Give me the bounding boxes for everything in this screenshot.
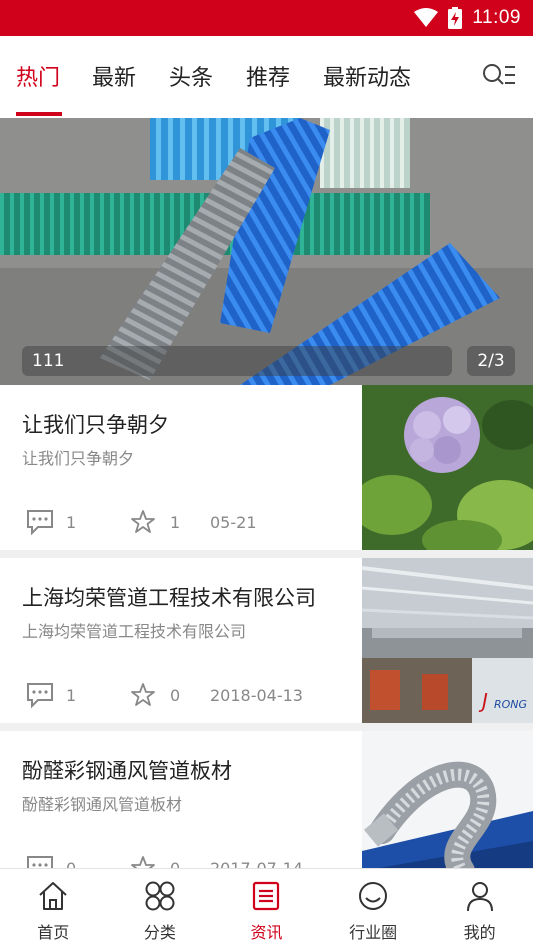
star-icon[interactable] bbox=[130, 509, 156, 535]
circle-icon bbox=[359, 882, 388, 910]
user-icon bbox=[466, 882, 493, 912]
nav-profile-label: 我的 bbox=[463, 923, 496, 942]
bottom-navigation: 首页 分类 资讯 行业圈 我的 bbox=[0, 868, 533, 947]
category-icon bbox=[145, 881, 175, 911]
tab-headlines[interactable]: 头条 bbox=[169, 60, 213, 92]
nav-profile[interactable]: 我的 bbox=[426, 869, 533, 947]
news-summary: 让我们只争朝夕 bbox=[22, 449, 135, 468]
comment-count: 1 bbox=[66, 686, 77, 705]
wifi-icon bbox=[414, 8, 439, 27]
nav-home[interactable]: 首页 bbox=[0, 869, 107, 947]
news-meta: 1 0 2018-04-13 bbox=[22, 680, 352, 710]
banner-carousel[interactable]: 111 2/3 bbox=[0, 118, 533, 385]
search-list-icon[interactable] bbox=[481, 62, 517, 92]
news-summary: 上海均荣管道工程技术有限公司 bbox=[22, 622, 247, 641]
news-date: 2018-04-13 bbox=[210, 686, 303, 705]
nav-industry-circle[interactable]: 行业圈 bbox=[320, 869, 427, 947]
tab-recommended[interactable]: 推荐 bbox=[246, 60, 290, 92]
tab-hot[interactable]: 热门 bbox=[16, 60, 60, 92]
comment-count: 1 bbox=[66, 513, 77, 532]
app-screen: 11:09 热门 最新 头条 推荐 最新动态 111 2/3 让我们只争朝夕 让… bbox=[0, 0, 533, 947]
nav-news[interactable]: 资讯 bbox=[213, 869, 320, 947]
news-list-item[interactable]: 让我们只争朝夕 让我们只争朝夕 1 1 05-21 bbox=[0, 385, 533, 550]
home-icon bbox=[39, 882, 67, 910]
star-icon[interactable] bbox=[130, 682, 156, 708]
tab-latest-news[interactable]: 最新动态 bbox=[323, 60, 411, 92]
status-icons: 11:09 bbox=[414, 6, 521, 30]
nav-category[interactable]: 分类 bbox=[107, 869, 214, 947]
banner-caption: 111 bbox=[22, 346, 452, 376]
active-tab-indicator bbox=[16, 112, 62, 116]
svg-text:RONG: RONG bbox=[494, 698, 527, 711]
news-date: 05-21 bbox=[210, 513, 257, 532]
news-thumbnail bbox=[362, 385, 533, 550]
nav-industry-circle-label: 行业圈 bbox=[349, 923, 398, 942]
news-title: 上海均荣管道工程技术有限公司 bbox=[22, 586, 316, 610]
comment-icon[interactable] bbox=[26, 509, 54, 535]
news-summary: 酚醛彩钢通风管道板材 bbox=[22, 795, 183, 814]
nav-home-label: 首页 bbox=[37, 923, 70, 942]
news-title: 酚醛彩钢通风管道板材 bbox=[22, 759, 232, 783]
like-count: 1 bbox=[170, 513, 181, 532]
like-count: 0 bbox=[170, 686, 181, 705]
news-meta: 1 1 05-21 bbox=[22, 507, 352, 537]
nav-category-label: 分类 bbox=[143, 923, 176, 942]
tab-latest[interactable]: 最新 bbox=[92, 60, 136, 92]
nav-news-label: 资讯 bbox=[250, 923, 283, 942]
banner-image bbox=[0, 118, 533, 385]
comment-icon[interactable] bbox=[26, 682, 54, 708]
status-bar: 11:09 bbox=[0, 0, 533, 36]
news-title: 让我们只争朝夕 bbox=[22, 413, 169, 437]
news-thumbnail: J RONG bbox=[362, 558, 533, 723]
clock: 11:09 bbox=[472, 7, 521, 28]
battery-charging-icon bbox=[448, 7, 463, 29]
news-list-item[interactable]: 上海均荣管道工程技术有限公司 上海均荣管道工程技术有限公司 1 0 2018-0… bbox=[0, 558, 533, 723]
category-tab-bar: 热门 最新 头条 推荐 最新动态 bbox=[0, 36, 533, 118]
banner-page-indicator: 2/3 bbox=[467, 346, 515, 376]
news-icon bbox=[253, 881, 280, 911]
